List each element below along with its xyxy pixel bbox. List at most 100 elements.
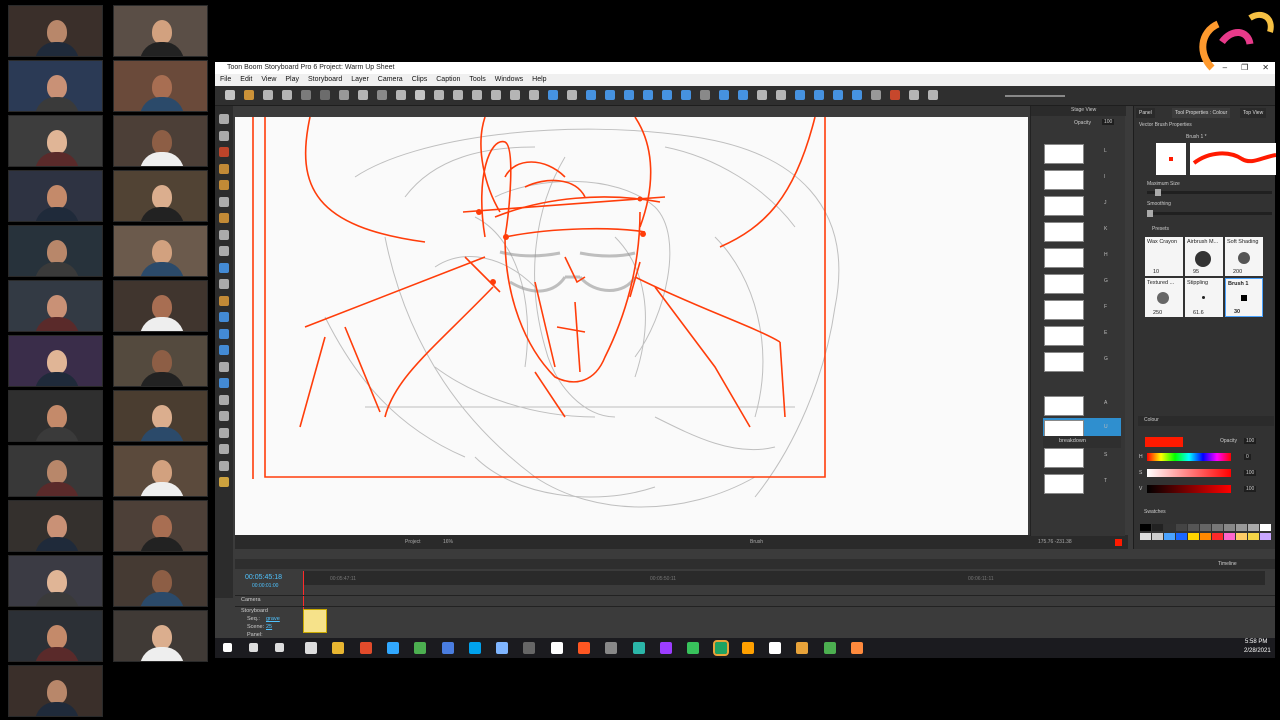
menu-storyboard[interactable]: Storyboard xyxy=(308,74,342,86)
preset-wax-crayon[interactable]: Wax Crayon 10 xyxy=(1145,237,1183,276)
colour-swatch[interactable] xyxy=(1248,524,1259,531)
preset-airbrush[interactable]: Airbrush M... 95 xyxy=(1185,237,1223,276)
toolbar-tool-icon[interactable] xyxy=(719,90,729,100)
toolbar-tool-icon[interactable] xyxy=(358,90,368,100)
colour-swatch[interactable] xyxy=(1140,524,1151,531)
colour-swatch[interactable] xyxy=(1188,524,1199,531)
drawing-tool-icon[interactable] xyxy=(219,262,229,273)
timeline-title[interactable]: Timeline xyxy=(1218,561,1237,567)
colour-swatch[interactable] xyxy=(1236,524,1247,531)
participant-video-tile[interactable] xyxy=(8,610,103,662)
toolbar-tool-icon[interactable] xyxy=(377,90,387,100)
taskbar-app-icon[interactable] xyxy=(441,642,454,654)
participant-video-tile[interactable] xyxy=(8,500,103,552)
colour-swatch[interactable] xyxy=(1188,533,1199,540)
toolbar-tool-icon[interactable] xyxy=(586,90,596,100)
colour-swatch[interactable] xyxy=(1176,524,1187,531)
clock-time[interactable]: 5:58 PM xyxy=(1245,639,1267,645)
taskbar-app-icon[interactable] xyxy=(741,642,754,654)
taskbar-app-icon[interactable] xyxy=(386,642,399,654)
drawing-tool-icon[interactable] xyxy=(219,213,229,223)
colour-swatch[interactable] xyxy=(1200,524,1211,531)
drawing-tool-icon[interactable] xyxy=(219,295,229,306)
menu-clips[interactable]: Clips xyxy=(412,74,428,86)
toolbar-tool-icon[interactable] xyxy=(890,90,900,100)
menu-camera[interactable]: Camera xyxy=(378,74,403,86)
participant-video-tile[interactable] xyxy=(113,5,208,57)
colour-swatch[interactable] xyxy=(1152,524,1163,531)
colour-swatch[interactable] xyxy=(1164,533,1175,540)
toolbar-tool-icon[interactable] xyxy=(928,90,938,100)
drawing-tool-icon[interactable] xyxy=(219,460,229,471)
taskbar-app-icon[interactable] xyxy=(578,642,590,654)
taskbar-app-icon[interactable] xyxy=(605,642,618,654)
preset-brush-1[interactable]: Brush 1 30 xyxy=(1225,278,1263,317)
menu-tools[interactable]: Tools xyxy=(469,74,485,86)
colour-swatch[interactable] xyxy=(1212,524,1223,531)
taskbar-app-icon[interactable] xyxy=(332,642,345,654)
participant-video-tile[interactable] xyxy=(113,225,208,277)
toolbar-tool-icon[interactable] xyxy=(871,90,881,100)
participant-video-tile[interactable] xyxy=(8,60,103,112)
taskbar-app-icon[interactable] xyxy=(632,642,645,654)
tab-panel[interactable]: Panel xyxy=(1136,108,1155,118)
participant-video-tile[interactable] xyxy=(8,390,103,442)
participant-video-tile[interactable] xyxy=(113,60,208,112)
windows-start-icon[interactable] xyxy=(223,643,232,652)
toolbar-tool-icon[interactable] xyxy=(567,90,577,100)
zoom-slider[interactable] xyxy=(1005,95,1065,97)
layer-row[interactable]: G xyxy=(1043,272,1121,296)
colour-swatch[interactable] xyxy=(1224,533,1235,540)
toolbar-tool-icon[interactable] xyxy=(301,90,311,100)
layer-group-label[interactable]: breakdown xyxy=(1059,438,1086,444)
taskbar-app-icon[interactable] xyxy=(851,642,863,654)
toolbar-tool-icon[interactable] xyxy=(282,90,292,100)
toolbar-tool-icon[interactable] xyxy=(453,90,463,100)
colour-swatch[interactable] xyxy=(1140,533,1151,540)
zoom-level[interactable]: 16% xyxy=(443,535,453,549)
toolbar-tool-icon[interactable] xyxy=(605,90,615,100)
taskbar-app-icon[interactable] xyxy=(305,642,317,654)
saturation-slider[interactable] xyxy=(1147,469,1231,477)
layer-row[interactable]: I xyxy=(1043,168,1121,192)
taskbar-app-icon[interactable] xyxy=(712,640,729,656)
saturation-value[interactable]: 100 xyxy=(1244,470,1257,476)
layer-row[interactable]: K xyxy=(1043,220,1121,244)
taskbar-app-icon[interactable] xyxy=(468,642,481,654)
taskbar-app-icon[interactable] xyxy=(659,642,672,654)
toolbar-tool-icon[interactable] xyxy=(339,90,349,100)
layer-row[interactable]: S xyxy=(1043,446,1121,470)
toolbar-tool-icon[interactable] xyxy=(225,90,235,100)
preset-soft-shading[interactable]: Soft Shading 200 xyxy=(1225,237,1263,276)
stage-view-tab[interactable]: Stage View xyxy=(1071,107,1096,113)
participant-video-tile[interactable] xyxy=(8,225,103,277)
toolbar-tool-icon[interactable] xyxy=(434,90,444,100)
drawing-tool-icon[interactable] xyxy=(219,444,229,454)
toolbar-tool-icon[interactable] xyxy=(757,90,767,100)
layer-row[interactable]: E xyxy=(1043,324,1121,348)
layer-row[interactable]: A xyxy=(1043,394,1121,418)
participant-video-tile[interactable] xyxy=(8,445,103,497)
colour-swatch[interactable] xyxy=(1236,533,1247,540)
tab-tool-properties[interactable]: Tool Properties : Colour xyxy=(1172,108,1231,118)
participant-video-tile[interactable] xyxy=(113,170,208,222)
toolbar-tool-icon[interactable] xyxy=(415,90,425,100)
time-ruler[interactable] xyxy=(303,571,1265,585)
colour-swatch[interactable] xyxy=(1152,533,1163,540)
preset-textured[interactable]: Textured ... 250 xyxy=(1145,278,1183,317)
toolbar-tool-icon[interactable] xyxy=(662,90,672,100)
participant-video-tile[interactable] xyxy=(113,390,208,442)
menu-help[interactable]: Help xyxy=(532,74,546,86)
drawing-tool-icon[interactable] xyxy=(219,163,229,174)
drawing-tool-icon[interactable] xyxy=(219,411,229,421)
drawing-tool-icon[interactable] xyxy=(219,147,229,157)
layer-row[interactable]: H xyxy=(1043,246,1121,270)
brush-preview[interactable] xyxy=(1156,143,1186,175)
value-value[interactable]: 100 xyxy=(1244,486,1257,492)
drawing-tool-icon[interactable] xyxy=(219,279,229,289)
toolbar-tool-icon[interactable] xyxy=(795,90,805,100)
layer-row[interactable]: F xyxy=(1043,298,1121,322)
stage-canvas[interactable] xyxy=(235,117,1028,535)
taskbar-app-icon[interactable] xyxy=(687,642,700,654)
opacity-value[interactable]: 100 xyxy=(1102,119,1115,125)
